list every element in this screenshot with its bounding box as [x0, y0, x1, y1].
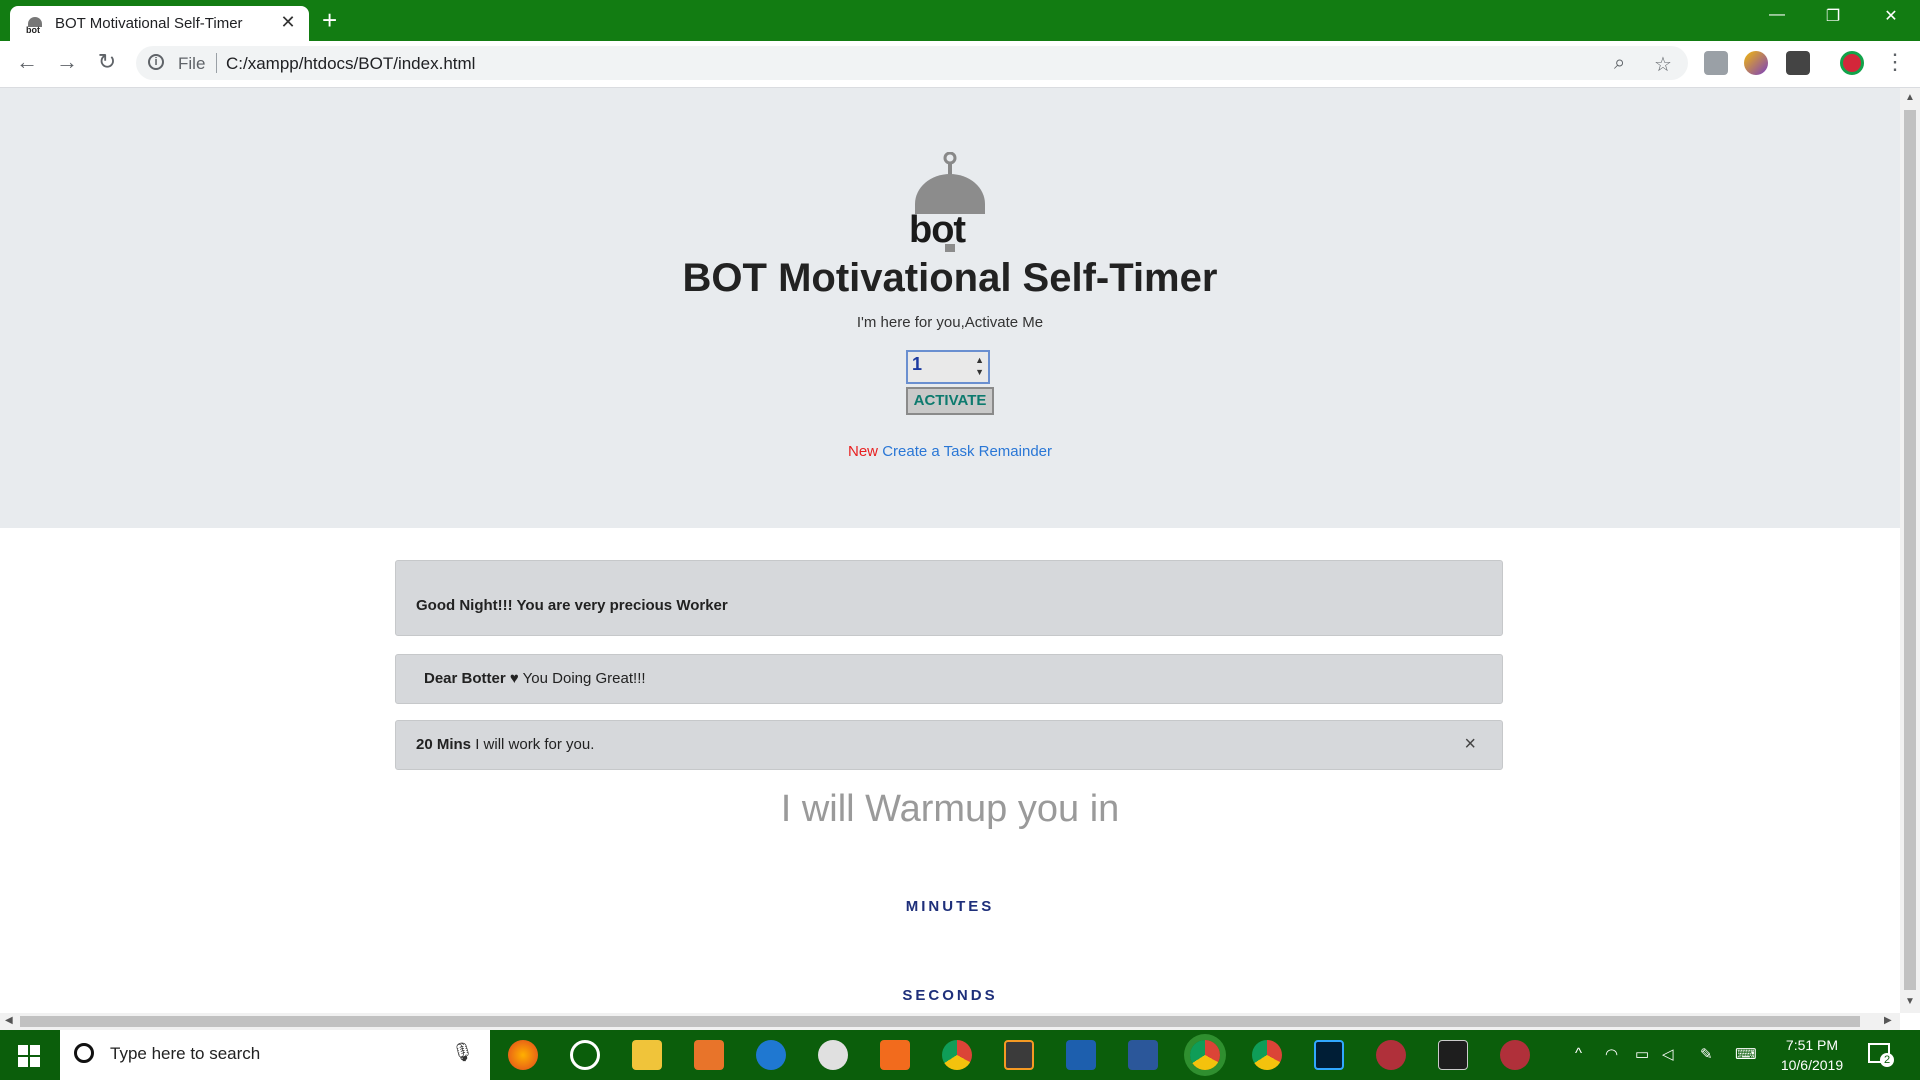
minutes-number-input[interactable]: 1 ▲ ▼: [906, 350, 990, 384]
notification-count-badge: 2: [1880, 1053, 1894, 1067]
number-input-value: 1: [912, 354, 923, 374]
wifi-icon[interactable]: ◠: [1605, 1045, 1618, 1063]
browser-toolbar: ← → ↻ i File C:/xampp/htdocs/BOT/index.h…: [0, 41, 1920, 88]
vertical-scroll-thumb[interactable]: [1904, 110, 1916, 990]
volume-icon[interactable]: ◁: [1662, 1045, 1674, 1063]
scroll-left-icon[interactable]: ◀: [5, 1015, 13, 1026]
taskbar-search-placeholder: Type here to search: [110, 1044, 261, 1063]
horizontal-scrollbar[interactable]: ◀ ▶: [0, 1013, 1900, 1030]
new-tab-button[interactable]: +: [322, 6, 337, 34]
work-duration-alert: 20 Mins I will work for you. ×: [395, 720, 1503, 770]
word-icon[interactable]: [1128, 1040, 1158, 1070]
more-menu-icon[interactable]: ⋮: [1880, 49, 1910, 75]
extension-cube-icon[interactable]: [1704, 51, 1728, 75]
minutes-label: MINUTES: [905, 898, 995, 915]
encouragement-text: You Doing Great!!!: [522, 670, 646, 687]
minimize-button[interactable]: —: [1762, 6, 1792, 24]
bookmark-star-icon[interactable]: ☆: [1654, 52, 1672, 77]
task-reminder-line: New Create a Task Remainder: [0, 443, 1900, 460]
file-explorer-icon[interactable]: [632, 1040, 662, 1070]
app-red-icon[interactable]: [1376, 1040, 1406, 1070]
address-bar[interactable]: i File C:/xampp/htdocs/BOT/index.html ⌕ …: [136, 46, 1688, 80]
obs-icon[interactable]: [570, 1040, 600, 1070]
scroll-up-icon[interactable]: ▲: [1905, 92, 1915, 103]
browser-tab[interactable]: bot BOT Motivational Self-Timer ✕: [10, 6, 309, 41]
chrome-active-icon[interactable]: [1190, 1040, 1220, 1070]
tab-close-icon[interactable]: ✕: [277, 12, 299, 33]
alert-close-icon[interactable]: ×: [1464, 733, 1476, 756]
hero-section: bot BOT Motivational Self-Timer I'm here…: [0, 88, 1900, 528]
cortana-icon: [74, 1043, 94, 1063]
app-orange-icon[interactable]: [694, 1040, 724, 1070]
warmup-heading: I will Warmup you in: [780, 788, 1120, 830]
horizontal-scroll-thumb[interactable]: [20, 1016, 1860, 1027]
address-separator: [216, 53, 217, 73]
keyboard-icon[interactable]: ⌨: [1735, 1045, 1757, 1063]
notification-center-icon[interactable]: 2: [1868, 1043, 1894, 1067]
url-scheme-label: File: [178, 54, 206, 73]
duration-text: I will work for you.: [475, 736, 595, 753]
browser-titlebar: bot BOT Motivational Self-Timer ✕ + — ❐ …: [0, 0, 1920, 41]
svg-text:bot: bot: [26, 25, 40, 34]
pen-icon[interactable]: ✎: [1700, 1045, 1713, 1063]
sublime-text-icon[interactable]: [1004, 1040, 1034, 1070]
firefox-icon[interactable]: [508, 1040, 538, 1070]
edge-icon[interactable]: [756, 1040, 786, 1070]
back-arrow-icon[interactable]: ←: [12, 49, 42, 75]
tray-chevron-icon[interactable]: ^: [1575, 1045, 1582, 1062]
url-text[interactable]: C:/xampp/htdocs/BOT/index.html: [226, 54, 475, 74]
photoshop-icon[interactable]: [1314, 1040, 1344, 1070]
cat-app-icon[interactable]: [818, 1040, 848, 1070]
taskbar-search-box[interactable]: Type here to search 🎙: [60, 1030, 490, 1080]
chrome-icon[interactable]: [942, 1040, 972, 1070]
windows-start-icon[interactable]: [18, 1045, 40, 1067]
windows-taskbar: Type here to search 🎙 ^ ◠ ▭ ◁ ✎ ⌨ 7:51 P…: [0, 1030, 1920, 1080]
zoom-icon[interactable]: ⌕: [1614, 52, 1625, 75]
microphone-icon[interactable]: 🎙: [451, 1042, 474, 1063]
clock-time: 7:51 PM: [1785, 1037, 1839, 1053]
greeting-alert: Good Night!!! You are very precious Work…: [395, 560, 1503, 636]
terminal-icon[interactable]: [1438, 1040, 1468, 1070]
restore-button[interactable]: ❐: [1818, 6, 1848, 26]
info-icon[interactable]: i: [148, 54, 164, 70]
svg-text:bot: bot: [909, 209, 966, 251]
clock-date: 10/6/2019: [1780, 1057, 1844, 1073]
forward-arrow-icon[interactable]: →: [52, 49, 82, 75]
seconds-label: SECONDS: [902, 987, 998, 1004]
stepper-arrows-icon[interactable]: ▲ ▼: [975, 354, 984, 378]
page-title: BOT Motivational Self-Timer: [682, 256, 1218, 300]
profile-avatar-icon[interactable]: [1840, 51, 1864, 75]
extension-dark-icon[interactable]: [1786, 51, 1810, 75]
scroll-down-icon[interactable]: ▼: [1905, 996, 1915, 1007]
vertical-scrollbar[interactable]: ▲ ▼: [1900, 88, 1920, 1013]
duration-label: 20 Mins: [416, 736, 472, 753]
battery-icon[interactable]: ▭: [1635, 1045, 1649, 1063]
activate-button[interactable]: ACTIVATE: [906, 387, 994, 415]
extension-colorful-icon[interactable]: [1744, 51, 1768, 75]
close-window-button[interactable]: ✕: [1876, 6, 1906, 26]
taskbar-clock[interactable]: 7:51 PM 10/6/2019: [1770, 1035, 1854, 1075]
page-viewport: bot BOT Motivational Self-Timer I'm here…: [0, 88, 1900, 1013]
page-subtitle: I'm here for you,Activate Me: [856, 314, 1044, 331]
bot-favicon-icon: bot: [26, 17, 42, 34]
reload-icon[interactable]: ↻: [92, 49, 122, 75]
scroll-right-icon[interactable]: ▶: [1884, 1015, 1892, 1026]
dear-botter-label: Dear Botter ♥: [424, 670, 519, 687]
bot-logo-icon: bot: [909, 152, 985, 252]
chrome-second-icon[interactable]: [1252, 1040, 1282, 1070]
encouragement-alert: Dear Botter ♥ You Doing Great!!!: [395, 654, 1503, 704]
tab-title: BOT Motivational Self-Timer: [55, 15, 243, 32]
new-badge: New: [848, 443, 879, 460]
xampp-icon[interactable]: [880, 1040, 910, 1070]
app-red-second-icon[interactable]: [1500, 1040, 1530, 1070]
greeting-text: Good Night!!! You are very precious Work…: [416, 597, 728, 614]
app-blue-icon[interactable]: [1066, 1040, 1096, 1070]
create-task-link[interactable]: Create a Task Remainder: [882, 443, 1052, 460]
